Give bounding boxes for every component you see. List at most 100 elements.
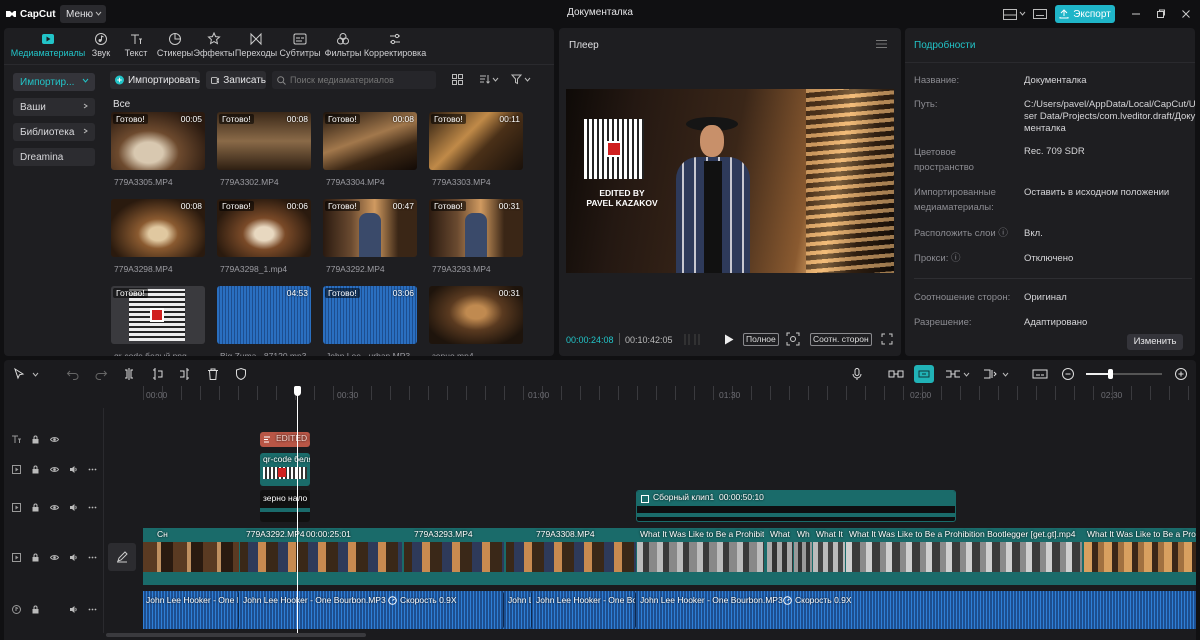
search-input[interactable] [290, 75, 430, 85]
zoom-in-icon[interactable] [1174, 367, 1188, 381]
fit-icon[interactable] [786, 332, 800, 346]
tab-stickers[interactable]: Стикеры [156, 28, 194, 64]
media-item[interactable]: 04:53 [217, 286, 311, 344]
audio-clip[interactable]: John Lee Hooker - One Bourbon.MP3 Скорос… [637, 591, 1196, 629]
tab-adjust[interactable]: Корректировка [364, 28, 426, 64]
grid-view-button[interactable] [452, 74, 463, 85]
tab-audio[interactable]: Звук [86, 28, 116, 64]
speaker-icon[interactable] [69, 503, 78, 512]
video-clip[interactable]: What It Was Like to Be a Prohibitio [1084, 528, 1196, 585]
tab-filters[interactable]: Фильтры [322, 28, 364, 64]
more-icon[interactable] [88, 605, 97, 614]
sidebar-item-library[interactable]: Библиотека [13, 123, 95, 141]
trim-right-icon[interactable] [178, 367, 192, 381]
lock-icon[interactable] [31, 435, 40, 444]
chevron-down-icon[interactable] [32, 372, 39, 378]
media-item[interactable]: Готово! 00:06 [217, 199, 311, 257]
media-item[interactable]: Готово! [111, 286, 205, 344]
speaker-icon[interactable] [69, 605, 78, 614]
link-clips-icon[interactable] [888, 367, 904, 381]
speaker-icon[interactable] [69, 553, 78, 562]
tab-transitions[interactable]: Переходы [234, 28, 278, 64]
video-clip[interactable]: 779A3293.MP4 [404, 528, 504, 585]
more-icon[interactable] [88, 503, 97, 512]
microphone-icon[interactable] [850, 367, 864, 381]
snap-icon[interactable] [944, 367, 962, 381]
media-item[interactable]: 00:31 [429, 286, 523, 344]
tab-effects[interactable]: Эффекты [194, 28, 234, 64]
sidebar-item-yours[interactable]: Ваши [13, 98, 95, 116]
audio-clip[interactable]: John Lee Hooker - One Bourbon.MP3 Скорос… [240, 591, 504, 629]
video-clip[interactable]: Wh [794, 528, 812, 585]
lock-icon[interactable] [31, 465, 40, 474]
import-button[interactable]: Импортировать [110, 71, 200, 89]
sort-button[interactable] [479, 74, 499, 85]
filter-button[interactable] [511, 74, 531, 85]
eye-icon[interactable] [50, 553, 59, 562]
menu-lines-icon[interactable] [876, 39, 887, 49]
cover-edit-button[interactable] [108, 543, 136, 571]
chevron-down-icon[interactable] [963, 372, 970, 378]
audio-clip[interactable]: John Lee Hooker - One Bo [143, 591, 239, 629]
text-clip[interactable]: EDITED B [260, 432, 310, 447]
lock-icon[interactable] [31, 553, 40, 562]
video-clip[interactable]: 779A3308.MP4 [506, 528, 636, 585]
sidebar-item-import[interactable]: Импортир... [13, 73, 95, 91]
caption-icon[interactable] [1032, 367, 1048, 381]
media-item[interactable]: Готово! 00:31 [429, 199, 523, 257]
close-button[interactable] [1178, 5, 1194, 23]
audio-clip[interactable]: John Lee Hooker - One Bo [533, 591, 636, 629]
video-clip[interactable]: What It Was Like to Be a Prohibition Boo… [846, 528, 1082, 585]
record-button[interactable]: Записать [206, 71, 266, 89]
shield-icon[interactable] [234, 367, 248, 381]
media-item[interactable]: Готово! 00:08 [323, 112, 417, 170]
media-item[interactable]: 00:08 [111, 199, 205, 257]
lock-icon[interactable] [31, 503, 40, 512]
sidebar-item-dreamina[interactable]: Dreamina [13, 148, 95, 166]
tab-subtitles[interactable]: Субтитры [278, 28, 322, 64]
compound-clip[interactable]: Сборный клип1 00:00:50:10 [636, 490, 956, 522]
zoom-slider[interactable] [1086, 369, 1162, 379]
eye-icon[interactable] [50, 465, 59, 474]
media-item[interactable]: Готово! 00:11 [429, 112, 523, 170]
trim-left-icon[interactable] [150, 367, 164, 381]
undo-icon[interactable] [66, 367, 80, 381]
video-clip[interactable]: What [767, 528, 793, 585]
export-button[interactable]: Экспорт [1055, 5, 1115, 23]
full-quality-button[interactable]: Полное [743, 333, 779, 346]
search-box[interactable] [272, 71, 436, 89]
aspect-ratio-button[interactable]: Соотн. сторон [810, 333, 872, 346]
playhead[interactable] [297, 387, 298, 633]
cursor-icon[interactable] [12, 367, 26, 381]
video-clip[interactable]: What It [813, 528, 845, 585]
tab-text[interactable]: Текст [116, 28, 156, 64]
maximize-button[interactable] [1153, 5, 1169, 23]
shortcuts-button[interactable] [1030, 5, 1050, 23]
edit-details-button[interactable]: Изменить [1127, 334, 1183, 350]
play-icon[interactable] [724, 334, 734, 345]
media-item[interactable]: Готово! 03:06 [323, 286, 417, 344]
zoom-out-icon[interactable] [1061, 367, 1075, 381]
split-icon[interactable] [122, 367, 136, 381]
video-clip[interactable]: 779A3292.MP4 00:00:25:01 [240, 528, 402, 585]
media-item[interactable]: Готово! 00:05 [111, 112, 205, 170]
preview-axis-icon[interactable] [982, 367, 998, 381]
eye-icon[interactable] [50, 435, 59, 444]
more-icon[interactable] [88, 553, 97, 562]
more-icon[interactable] [88, 465, 97, 474]
lock-icon[interactable] [31, 605, 40, 614]
redo-icon[interactable] [94, 367, 108, 381]
delete-icon[interactable] [206, 367, 220, 381]
video-clip[interactable]: Сн [143, 528, 239, 585]
speaker-icon[interactable] [69, 465, 78, 474]
tab-media[interactable]: Медиаматериалы [10, 28, 86, 64]
chevron-down-icon[interactable] [1002, 372, 1009, 378]
qr-image-clip[interactable]: qr-code беля [260, 453, 310, 486]
grain-overlay-clip[interactable]: зерно нало [260, 490, 310, 522]
media-item[interactable]: Готово! 00:08 [217, 112, 311, 170]
main-track-magnet-button[interactable] [914, 365, 934, 383]
timeline-scrollbar[interactable] [106, 633, 366, 637]
video-clip[interactable]: What It Was Like to Be a Prohibitio [637, 528, 764, 585]
minimize-button[interactable] [1128, 5, 1144, 23]
audio-clip[interactable]: John L [505, 591, 532, 629]
